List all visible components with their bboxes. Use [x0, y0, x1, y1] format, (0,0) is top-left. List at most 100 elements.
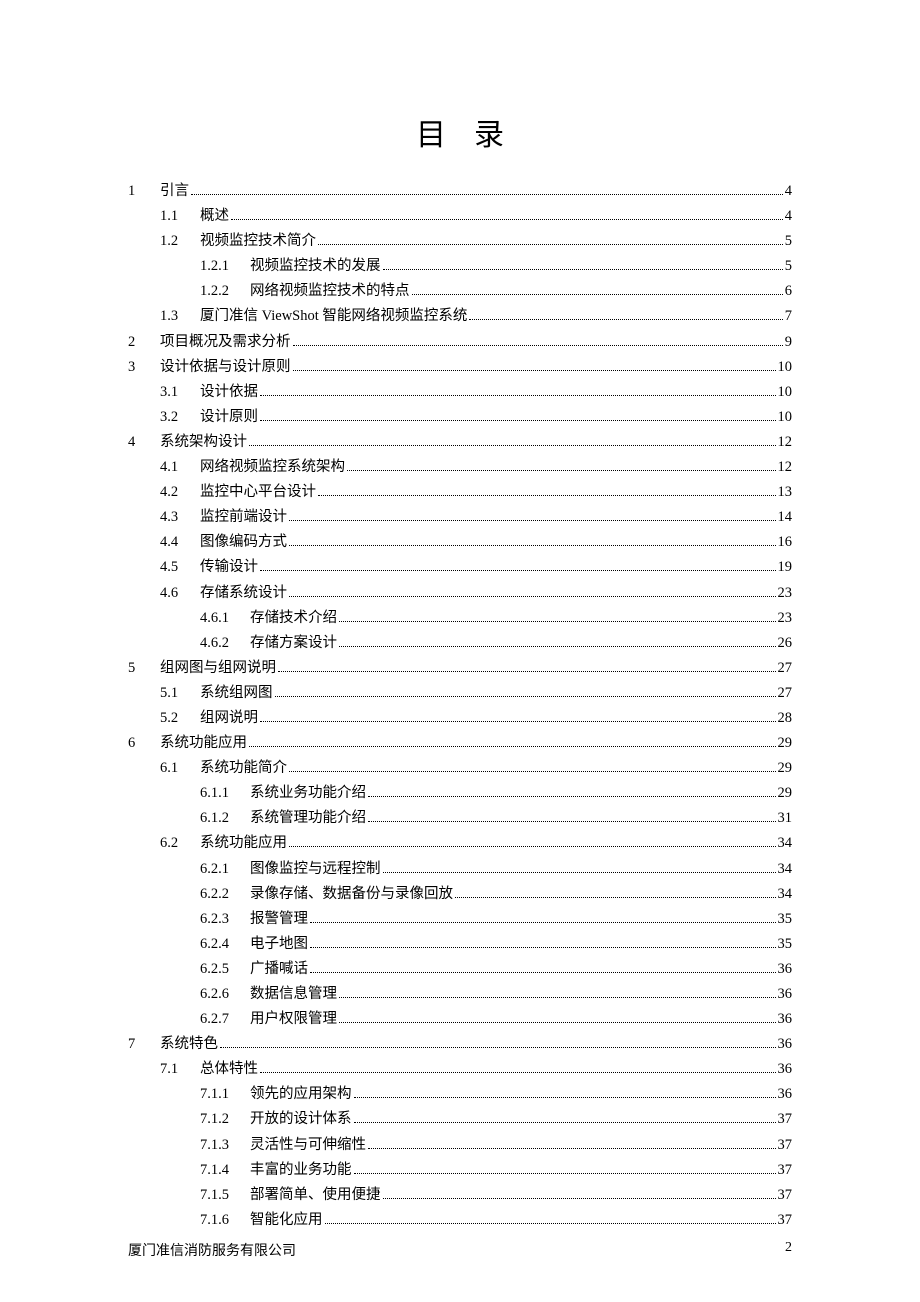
toc-entry[interactable]: 7.1.6智能化应用37: [128, 1213, 792, 1228]
toc-entry-label: 图像编码方式: [200, 535, 287, 550]
toc-leader-dots: [293, 370, 776, 371]
toc-entry-number: 4.6.1: [200, 611, 250, 626]
toc-entry-number: 7.1.1: [200, 1087, 250, 1102]
toc-entry[interactable]: 1.2.1视频监控技术的发展5: [128, 259, 792, 274]
toc-leader-dots: [339, 621, 776, 622]
toc-entry-number: 6.2: [160, 836, 200, 851]
toc-entry-page: 37: [778, 1163, 793, 1178]
toc-entry[interactable]: 7系统特色36: [128, 1037, 792, 1052]
toc-entry[interactable]: 1引言4: [128, 184, 792, 199]
toc-entry[interactable]: 5.1系统组网图27: [128, 686, 792, 701]
toc-entry-label: 项目概况及需求分析: [160, 335, 291, 350]
toc-leader-dots: [310, 922, 776, 923]
toc-entry[interactable]: 4系统架构设计12: [128, 435, 792, 450]
toc-entry-label: 总体特性: [200, 1062, 258, 1077]
toc-entry-label: 存储技术介绍: [250, 611, 337, 626]
toc-entry[interactable]: 1.2视频监控技术简介5: [128, 234, 792, 249]
toc-entry-label: 数据信息管理: [250, 987, 337, 1002]
toc-entry-number: 6.2.5: [200, 962, 250, 977]
toc-entry[interactable]: 2项目概况及需求分析9: [128, 335, 792, 350]
toc-entry[interactable]: 4.6.1存储技术介绍23: [128, 611, 792, 626]
page-footer: 厦门准信消防服务有限公司 2: [128, 1240, 792, 1260]
toc-entry[interactable]: 6.2.2录像存储、数据备份与录像回放34: [128, 887, 792, 902]
toc-entry-number: 7: [128, 1037, 160, 1052]
toc-entry-label: 组网说明: [200, 711, 258, 726]
toc-entry-number: 1.2.2: [200, 284, 250, 299]
toc-entry[interactable]: 6.2.1图像监控与远程控制34: [128, 862, 792, 877]
toc-entry-label: 存储系统设计: [200, 586, 287, 601]
toc-entry-label: 引言: [160, 184, 189, 199]
toc-entry-number: 1.3: [160, 309, 200, 324]
toc-entry[interactable]: 7.1总体特性36: [128, 1062, 792, 1077]
toc-entry-label: 设计原则: [200, 410, 258, 425]
toc-leader-dots: [289, 846, 776, 847]
toc-entry[interactable]: 3.2设计原则10: [128, 410, 792, 425]
toc-entry[interactable]: 7.1.3灵活性与可伸缩性37: [128, 1138, 792, 1153]
toc-entry[interactable]: 4.5传输设计19: [128, 560, 792, 575]
toc-entry[interactable]: 6.2.7用户权限管理36: [128, 1012, 792, 1027]
toc-leader-dots: [383, 872, 776, 873]
toc-entry[interactable]: 6.2.3报警管理35: [128, 912, 792, 927]
toc-entry-number: 4: [128, 435, 160, 450]
toc-leader-dots: [220, 1047, 776, 1048]
toc-leader-dots: [339, 997, 776, 998]
toc-entry-page: 29: [778, 761, 793, 776]
toc-entry-label: 组网图与组网说明: [160, 661, 276, 676]
toc-entry-label: 厦门准信 ViewShot 智能网络视频监控系统: [200, 309, 467, 324]
toc-entry[interactable]: 3设计依据与设计原则10: [128, 360, 792, 375]
toc-entry-page: 37: [778, 1213, 793, 1228]
toc-leader-dots: [354, 1173, 776, 1174]
toc-entry-number: 6.2.6: [200, 987, 250, 1002]
toc-entry-page: 31: [778, 811, 793, 826]
toc-entry-label: 系统业务功能介绍: [250, 786, 366, 801]
toc-entry-page: 37: [778, 1188, 793, 1203]
toc-entry-label: 概述: [200, 209, 229, 224]
toc-entry[interactable]: 6系统功能应用29: [128, 736, 792, 751]
toc-entry[interactable]: 5.2组网说明28: [128, 711, 792, 726]
toc-entry-page: 37: [778, 1138, 793, 1153]
toc-leader-dots: [289, 545, 776, 546]
toc-entry[interactable]: 1.2.2网络视频监控技术的特点6: [128, 284, 792, 299]
toc-entry[interactable]: 6.2.5广播喊话36: [128, 962, 792, 977]
toc-entry-page: 36: [778, 1087, 793, 1102]
toc-entry-page: 36: [778, 987, 793, 1002]
toc-entry[interactable]: 4.6存储系统设计23: [128, 586, 792, 601]
toc-entry[interactable]: 6.2.6数据信息管理 36: [128, 987, 792, 1002]
toc-entry-number: 3.1: [160, 385, 200, 400]
toc-entry-label: 设计依据: [200, 385, 258, 400]
toc-entry[interactable]: 4.3监控前端设计14: [128, 510, 792, 525]
toc-entry-number: 6.2.1: [200, 862, 250, 877]
toc-entry[interactable]: 6.1.1系统业务功能介绍29: [128, 786, 792, 801]
toc-entry-number: 1: [128, 184, 160, 199]
toc-entry-label: 网络视频监控系统架构: [200, 460, 345, 475]
toc-entry-number: 7.1.3: [200, 1138, 250, 1153]
toc-entry-label: 视频监控技术简介: [200, 234, 316, 249]
toc-entry[interactable]: 7.1.2开放的设计体系37: [128, 1112, 792, 1127]
toc-entry[interactable]: 3.1设计依据 10: [128, 385, 792, 400]
toc-entry[interactable]: 1.1概述4: [128, 209, 792, 224]
toc-entry-label: 开放的设计体系: [250, 1112, 352, 1127]
toc-entry-number: 3: [128, 360, 160, 375]
toc-entry[interactable]: 4.2监控中心平台设计13: [128, 485, 792, 500]
toc-title: 目录: [128, 110, 792, 154]
toc-entry[interactable]: 1.3厦门准信 ViewShot 智能网络视频监控系统7: [128, 309, 792, 324]
toc-entry[interactable]: 6.1.2系统管理功能介绍31: [128, 811, 792, 826]
toc-entry[interactable]: 6.2.4电子地图35: [128, 937, 792, 952]
toc-entry[interactable]: 6.2系统功能应用34: [128, 836, 792, 851]
toc-entry-number: 7.1.4: [200, 1163, 250, 1178]
toc-entry[interactable]: 6.1系统功能简介29: [128, 761, 792, 776]
toc-entry[interactable]: 4.1网络视频监控系统架构12: [128, 460, 792, 475]
toc-entry-label: 系统管理功能介绍: [250, 811, 366, 826]
table-of-contents: 1引言41.1概述41.2视频监控技术简介51.2.1视频监控技术的发展51.2…: [128, 184, 792, 1227]
toc-entry-label: 视频监控技术的发展: [250, 259, 381, 274]
toc-entry[interactable]: 4.6.2存储方案设计26: [128, 636, 792, 651]
toc-entry[interactable]: 4.4图像编码方式16: [128, 535, 792, 550]
toc-entry-label: 部署简单、使用便捷: [250, 1188, 381, 1203]
toc-entry[interactable]: 7.1.4丰富的业务功能37: [128, 1163, 792, 1178]
toc-leader-dots: [278, 671, 776, 672]
toc-entry[interactable]: 7.1.1领先的应用架构36: [128, 1087, 792, 1102]
toc-entry[interactable]: 7.1.5部署简单、使用便捷37: [128, 1188, 792, 1203]
toc-entry-page: 10: [778, 385, 793, 400]
toc-entry[interactable]: 5组网图与组网说明27: [128, 661, 792, 676]
toc-entry-page: 13: [778, 485, 793, 500]
